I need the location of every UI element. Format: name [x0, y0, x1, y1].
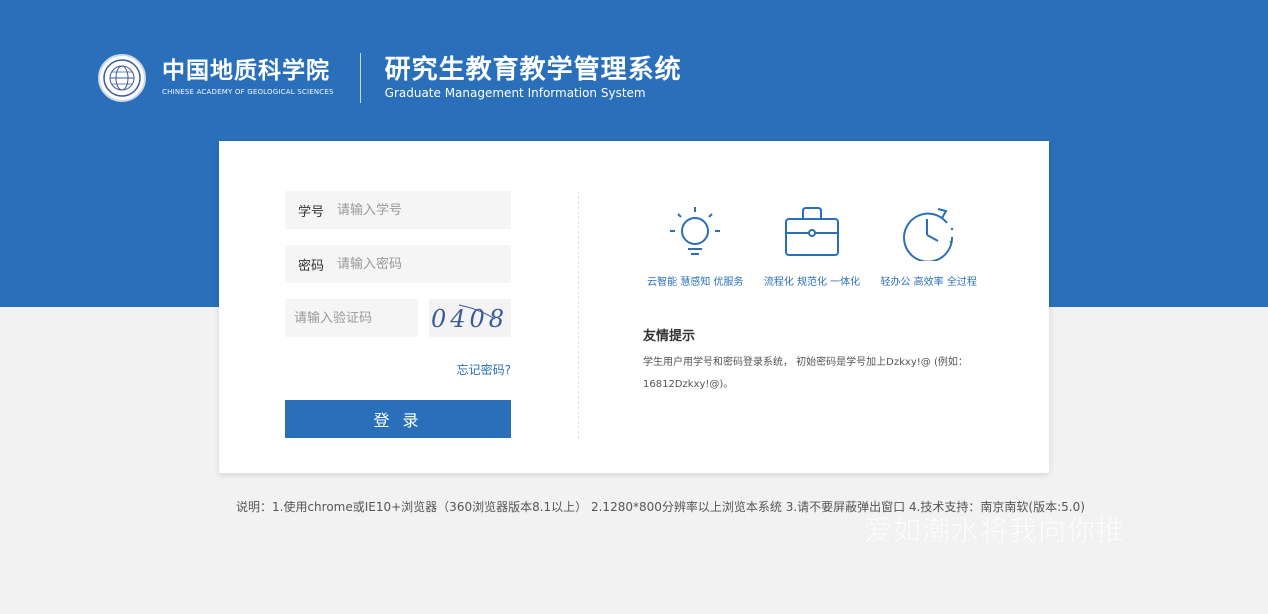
- academy-emblem-icon: [98, 54, 146, 102]
- header-divider: [359, 53, 361, 103]
- institution-name-en: CHINESE ACADEMY OF GEOLOGICAL SCIENCES: [162, 88, 334, 96]
- captcha-image[interactable]: 0408: [429, 299, 511, 337]
- feature-list: 云智能 慧感知 优服务 流程化 规范化 一体化 轻办公 高效率 全过程: [637, 203, 987, 288]
- student-id-label: 学号: [298, 204, 325, 220]
- system-name-cn: 研究生教育教学管理系统: [384, 55, 682, 85]
- tips-panel: 友情提示 学生用户用学号和密码登录系统， 初始密码是学号加上Dzkxy!@ (例…: [643, 325, 1003, 396]
- clock-icon: [902, 208, 953, 261]
- password-field: 密码: [285, 245, 511, 283]
- lightbulb-icon: [670, 207, 721, 255]
- feature-item: 轻办公 高效率 全过程: [870, 203, 987, 288]
- password-label: 密码: [298, 258, 325, 274]
- captcha-field: [285, 299, 418, 337]
- card-divider: [578, 191, 579, 439]
- watermark-text: 爱如潮水将我向你推: [864, 514, 1126, 547]
- forgot-password-link[interactable]: 忘记密码?: [285, 361, 511, 378]
- system-name: 研究生教育教学管理系统 Graduate Management Informat…: [385, 55, 682, 101]
- password-input[interactable]: [337, 256, 497, 272]
- login-button[interactable]: 登 录: [285, 400, 511, 438]
- feature-label: 流程化 规范化 一体化: [763, 277, 861, 288]
- login-card: 学号 密码 0408 忘记密码? 登 录: [219, 141, 1049, 473]
- tips-title: 友情提示: [643, 329, 696, 344]
- feature-item: 云智能 慧感知 优服务: [637, 203, 754, 288]
- feature-item: 流程化 规范化 一体化: [754, 203, 871, 288]
- captcha-noise: [458, 304, 496, 320]
- briefcase-icon: [785, 207, 839, 256]
- feature-label: 云智能 慧感知 优服务: [647, 277, 744, 288]
- institution-name: 中国地质科学院 CHINESE ACADEMY OF GEOLOGICAL SC…: [162, 57, 334, 99]
- student-id-input[interactable]: [337, 202, 497, 218]
- feature-label: 轻办公 高效率 全过程: [880, 277, 977, 288]
- captcha-row: 0408: [285, 299, 511, 337]
- tips-text: 学生用户用学号和密码登录系统， 初始密码是学号加上Dzkxy!@ (例如：168…: [643, 357, 968, 390]
- captcha-input[interactable]: [294, 310, 412, 326]
- login-form: 学号 密码 0408 忘记密码? 登 录: [285, 191, 511, 438]
- student-id-field: 学号: [285, 191, 511, 229]
- site-header: 中国地质科学院 CHINESE ACADEMY OF GEOLOGICAL SC…: [98, 48, 682, 108]
- system-name-en: Graduate Management Information System: [384, 86, 646, 100]
- institution-name-cn: 中国地质科学院: [162, 58, 330, 84]
